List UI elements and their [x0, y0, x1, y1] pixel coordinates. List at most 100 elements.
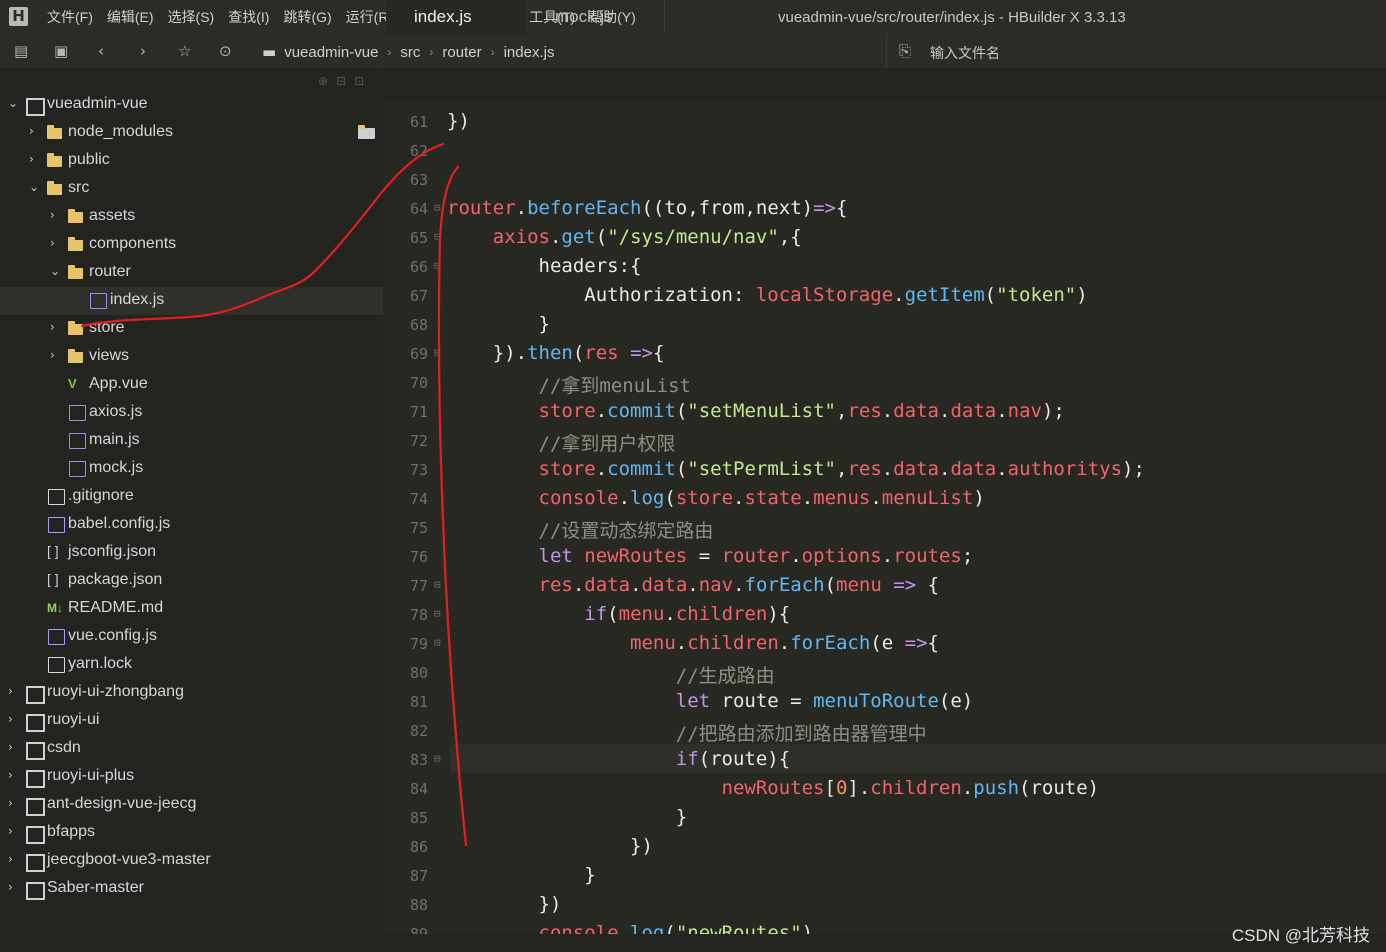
star-icon[interactable]: ☆ — [178, 42, 191, 60]
tree-item-label: Saber-master — [47, 879, 144, 896]
menu-item[interactable]: 编辑(E) — [106, 7, 155, 27]
back-arrow-icon[interactable]: ‹ — [98, 42, 104, 60]
chevron-down-icon[interactable]: ⌄ — [8, 96, 18, 110]
menu-item[interactable]: 选择(S) — [167, 7, 216, 27]
tree-item[interactable]: main.js — [0, 427, 383, 455]
fold-toggle-icon[interactable]: ⊟ — [434, 230, 441, 243]
tree-item[interactable]: ⌄ vueadmin-vue — [0, 91, 383, 119]
chevron-right-icon[interactable]: › — [8, 880, 13, 894]
menu-item[interactable]: 跳转(G) — [282, 7, 332, 27]
chevron-right-icon[interactable]: › — [8, 740, 13, 754]
breadcrumb-item[interactable]: index.js — [504, 44, 555, 61]
chevron-right-icon[interactable]: › — [8, 824, 13, 838]
chevron-right-icon[interactable]: › — [29, 124, 34, 138]
tree-item-label: mock.js — [89, 459, 144, 476]
tree-item-label: views — [89, 347, 130, 364]
chevron-right-icon[interactable]: › — [50, 236, 55, 250]
filter-icon[interactable]: ⊟ — [336, 74, 354, 88]
breadcrumb-item[interactable]: router — [442, 44, 481, 61]
tree-item-label: main.js — [89, 431, 140, 448]
project-icon — [26, 882, 45, 900]
tree-item[interactable]: index.js — [0, 287, 383, 315]
more-icon[interactable]: ⊡ — [354, 74, 372, 88]
forward-arrow-icon[interactable]: › — [140, 42, 146, 60]
fold-toggle-icon[interactable]: ⊟ — [434, 636, 441, 649]
code-line: //拿到menuList — [538, 375, 691, 397]
tree-item[interactable]: ⌄ src — [0, 175, 383, 203]
tree-item-label: store — [89, 319, 125, 336]
tree-item[interactable]: mock.js — [0, 455, 383, 483]
tree-item-label: ruoyi-ui-zhongbang — [47, 683, 184, 700]
line-number: 62 — [409, 142, 428, 160]
file-tree-toggle-icon[interactable]: ▤ — [14, 42, 28, 60]
tree-item[interactable]: [ ] jsconfig.json — [0, 539, 383, 567]
tree-item[interactable]: V App.vue — [0, 371, 383, 399]
tree-item[interactable]: › ruoyi-ui-zhongbang — [0, 679, 383, 707]
tree-item[interactable]: › public — [0, 147, 383, 175]
menu-item[interactable]: 查找(I) — [227, 7, 270, 27]
tree-item[interactable]: › jeecgboot-vue3-master — [0, 847, 383, 875]
tree-item-label: index.js — [110, 291, 165, 308]
chevron-right-icon[interactable]: › — [50, 208, 55, 222]
tree-item[interactable]: yarn.lock — [0, 651, 383, 679]
menu-bar: H 文件(F)编辑(E)选择(S)查找(I)跳转(G)运行(R)发行(U)视图(… — [0, 0, 1386, 34]
tree-item[interactable]: › views — [0, 343, 383, 371]
breadcrumb-item[interactable]: vueadmin-vue — [284, 44, 378, 61]
chevron-right-icon[interactable]: › — [29, 152, 34, 166]
tree-item-label: ruoyi-ui-plus — [47, 767, 135, 784]
chevron-down-icon[interactable]: ⌄ — [50, 264, 60, 278]
fold-toggle-icon[interactable]: ⊟ — [434, 578, 441, 591]
fold-toggle-icon[interactable]: ⊟ — [434, 607, 441, 620]
file-search-box[interactable]: ⎘ 输入文件名 — [886, 34, 1386, 68]
tab-mock-js[interactable]: mock.js — [527, 0, 665, 34]
save-icon[interactable]: ▣ — [54, 42, 68, 60]
explorer-tools: ⊕⊟⊡ — [318, 74, 372, 88]
project-icon — [26, 686, 45, 704]
fold-toggle-icon[interactable]: ⊟ — [434, 259, 441, 272]
chevron-right-icon[interactable]: › — [8, 712, 13, 726]
fold-toggle-icon[interactable]: ⊟ — [434, 201, 441, 214]
tree-item[interactable]: › ruoyi-ui-plus — [0, 763, 383, 791]
tree-item[interactable]: › components — [0, 231, 383, 259]
code-editor[interactable]: 61}) 62 63 64 ⊟ router.beforeEach((to,from,ne… — [384, 104, 1386, 944]
tree-item-label: csdn — [47, 739, 81, 756]
tree-item[interactable]: .gitignore — [0, 483, 383, 511]
tree-item[interactable]: › bfapps — [0, 819, 383, 847]
tree-item[interactable]: babel.config.js — [0, 511, 383, 539]
breadcrumb-item[interactable]: src — [400, 44, 420, 61]
chevron-right-icon[interactable]: › — [8, 796, 13, 810]
chevron-right-icon[interactable]: › — [8, 768, 13, 782]
fold-toggle-icon[interactable]: ⊟ — [434, 752, 441, 765]
run-icon[interactable]: ⊙ — [219, 42, 232, 60]
tree-item[interactable]: › ant-design-vue-jeecg — [0, 791, 383, 819]
tree-item[interactable]: › ruoyi-ui — [0, 707, 383, 735]
tree-item[interactable]: vue.config.js — [0, 623, 383, 651]
chevron-right-icon[interactable]: › — [50, 348, 55, 362]
tree-item[interactable]: ⌄ router — [0, 259, 383, 287]
folder-badge-icon — [358, 125, 375, 139]
folder-icon: ▬ — [262, 43, 277, 61]
fold-toggle-icon[interactable]: ⊟ — [434, 346, 441, 359]
tree-item[interactable]: › store — [0, 315, 383, 343]
breadcrumb-separator-icon: › — [429, 45, 434, 59]
tree-item[interactable]: › Saber-master — [0, 875, 383, 903]
folder-icon — [68, 237, 83, 251]
code-line: } — [447, 806, 688, 828]
tree-item[interactable]: › csdn — [0, 735, 383, 763]
collapse-icon[interactable]: ⊕ — [318, 74, 336, 88]
js-file-icon — [69, 433, 86, 449]
tree-item[interactable]: › assets — [0, 203, 383, 231]
line-number: 68 — [409, 316, 428, 334]
tab-index-js[interactable]: index.js — [386, 0, 526, 34]
menu-item[interactable]: 文件(F) — [46, 7, 94, 27]
chevron-down-icon[interactable]: ⌄ — [29, 180, 39, 194]
chevron-right-icon[interactable]: › — [8, 684, 13, 698]
tree-item[interactable]: › node_modules — [0, 119, 383, 147]
tree-item[interactable]: [ ] package.json — [0, 567, 383, 595]
tree-item[interactable]: M↓ README.md — [0, 595, 383, 623]
tree-item[interactable]: axios.js — [0, 399, 383, 427]
tree-item-label: public — [68, 151, 110, 168]
chevron-right-icon[interactable]: › — [8, 852, 13, 866]
line-number: 72 — [409, 432, 428, 450]
chevron-right-icon[interactable]: › — [50, 320, 55, 334]
